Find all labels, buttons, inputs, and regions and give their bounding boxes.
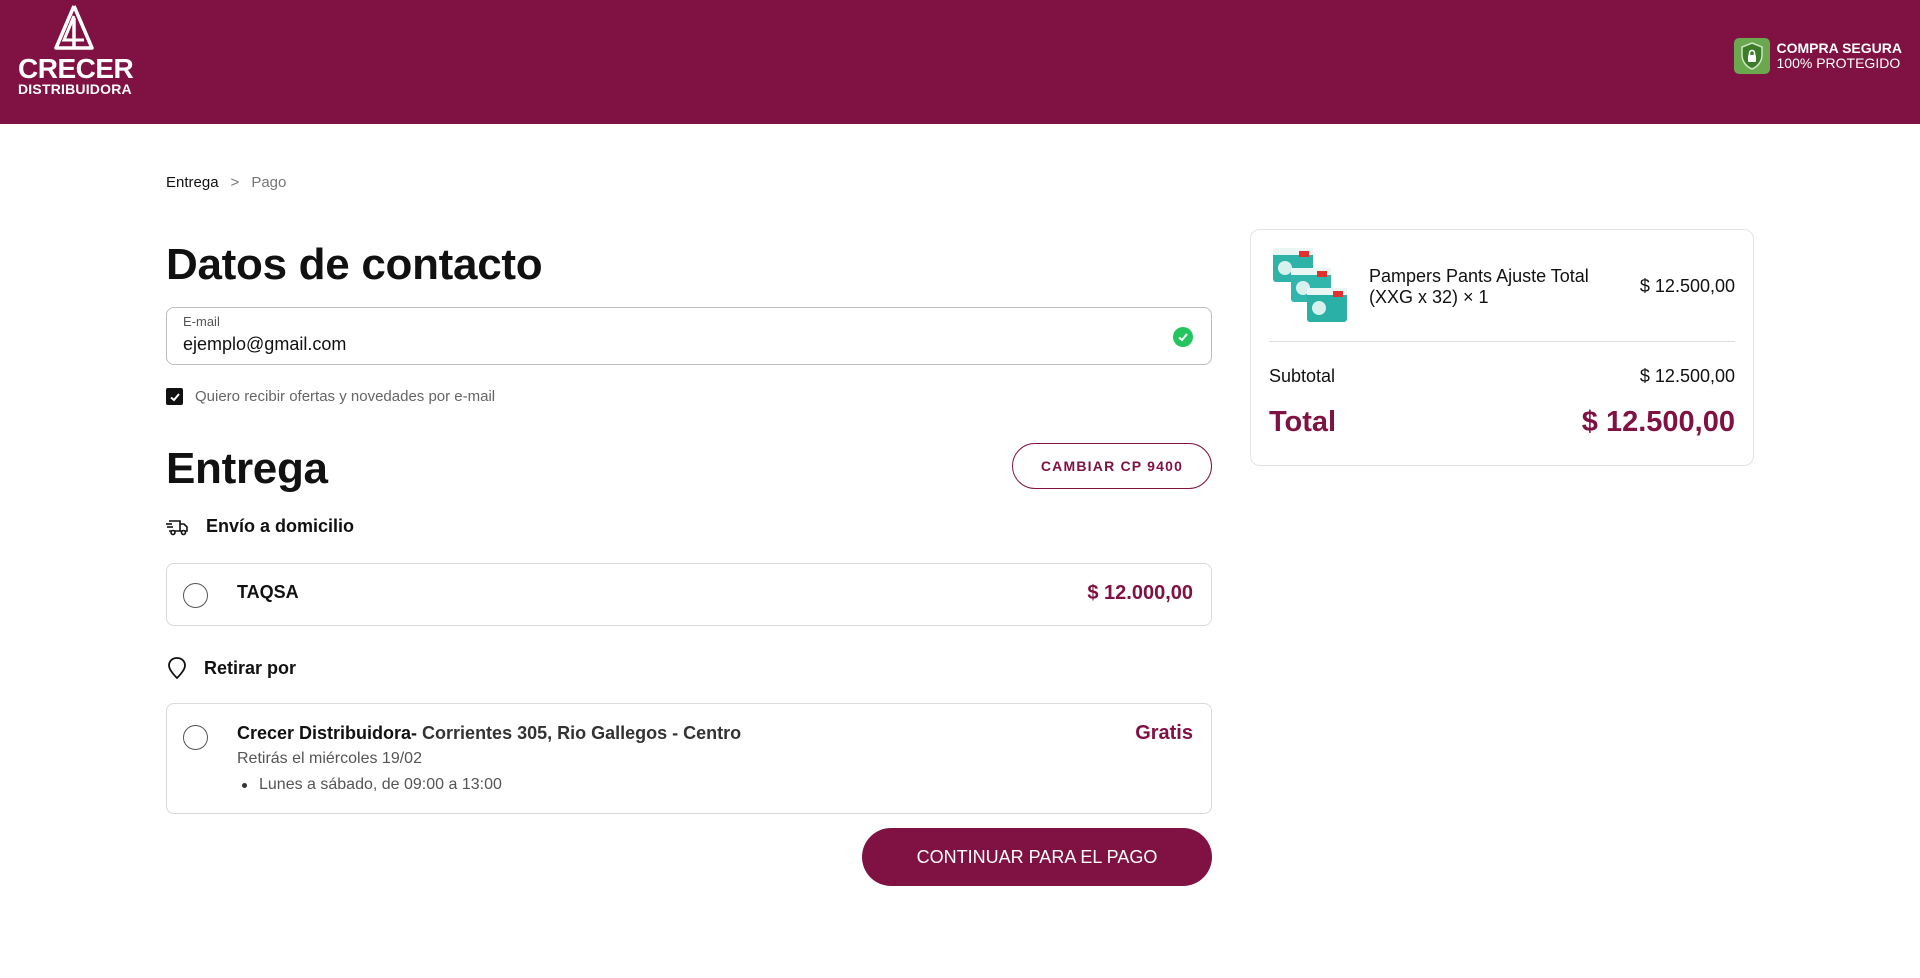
brand-logo[interactable]: CRECER DISTRIBUIDORA [18,4,134,108]
product-name: Pampers Pants Ajuste Total (XXG x 32) × … [1369,266,1589,307]
subtotal-label: Subtotal [1269,366,1336,386]
check-circle-icon [1173,327,1193,347]
secure-purchase-badge: COMPRA SEGURA 100% PROTEGIDO [1733,38,1903,74]
total-value: $ 12.500,00 [1581,406,1735,438]
summary-divider [1269,341,1735,342]
top-header: CRECER DISTRIBUIDORA COMPRA SEGURA 100% … [0,0,1920,124]
store-hours: Lunes a sábado, de 09:00 a 13:00 [237,776,502,794]
truck-icon [166,519,188,535]
store-price: Gratis [1135,722,1193,744]
continue-to-payment-button[interactable]: CONTINUAR PARA EL PAGO [862,828,1212,886]
store-pickup-date: Retirás el miércoles 19/02 [237,750,422,767]
store-radio[interactable] [183,725,208,750]
optin-checkbox[interactable] [166,388,183,405]
email-label: E-mail [183,314,220,329]
change-postal-code-button[interactable]: CAMBIAR CP 9400 [1012,443,1212,489]
email-field[interactable]: E-mail [166,307,1212,365]
secure-line-1: COMPRA SEGURA [1776,40,1903,56]
breadcrumb: Entrega > Pago [166,174,286,191]
home-delivery-text: Envío a domicilio [206,516,355,536]
bullet-icon [242,782,247,788]
breadcrumb-pago: Pago [251,174,287,191]
home-delivery-label: Envío a domicilio [166,516,354,537]
taqsa-name: TAQSA [237,582,299,602]
email-input[interactable] [183,334,1083,355]
taqsa-radio[interactable] [183,583,208,608]
order-summary: Pampers Pants Ajuste Total (XXG x 32) × … [1250,229,1754,466]
taqsa-price: $ 12.000,00 [1087,582,1193,604]
newsletter-optin[interactable]: Quiero recibir ofertas y novedades por e… [166,388,495,405]
store-name: Crecer Distribuidora- Corrientes 305, Ri… [237,723,741,744]
breadcrumb-separator: > [230,174,240,191]
store-hours-text: Lunes a sábado, de 09:00 a 13:00 [259,776,502,793]
shield-lock-icon [1733,38,1770,74]
store-address: Corrientes 305, Rio Gallegos - Centro [417,723,742,743]
breadcrumb-entrega[interactable]: Entrega [166,174,219,191]
contact-title: Datos de contacto [166,240,543,289]
delivery-title: Entrega [166,444,328,493]
pickup-label: Retirar por [166,656,296,680]
subtotal-value: $ 12.500,00 [1639,366,1735,386]
product-thumbnail [1271,246,1351,326]
store-name-text: Crecer Distribuidora- [237,723,418,743]
pickup-text: Retirar por [204,657,297,678]
logo-name: CRECER [18,53,134,84]
total-label: Total [1269,406,1337,438]
location-pin-icon [168,657,186,680]
pickup-option-store[interactable]: Crecer Distribuidora- Corrientes 305, Ri… [166,703,1212,814]
optin-label: Quiero recibir ofertas y novedades por e… [195,388,496,405]
tree-arrow-icon [54,5,94,50]
shipping-option-taqsa[interactable]: TAQSA $ 12.000,00 [166,563,1212,626]
secure-line-2: 100% PROTEGIDO [1776,55,1901,71]
logo-subtitle: DISTRIBUIDORA [18,81,132,97]
product-price: $ 12.500,00 [1639,276,1735,296]
